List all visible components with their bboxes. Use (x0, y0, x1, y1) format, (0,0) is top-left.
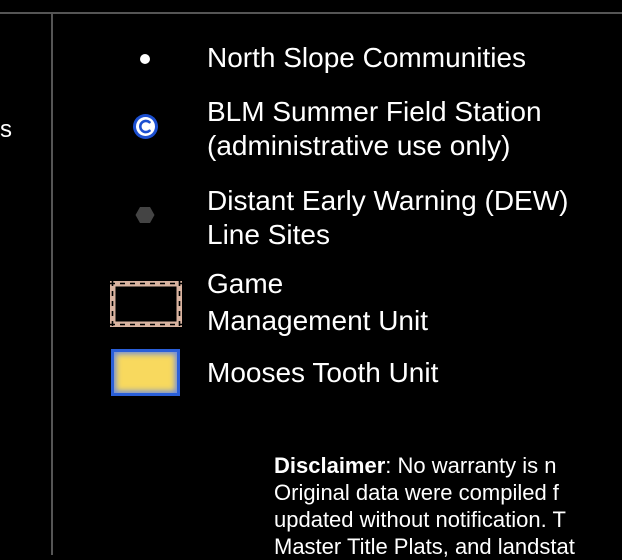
legend-label-communities: North Slope Communities (207, 42, 527, 73)
disclaimer-label: Disclaimer (274, 453, 386, 478)
map-frame-top-border (0, 12, 622, 14)
legend-label-gmu-2: Management Unit (207, 305, 429, 336)
field-station-icon (133, 114, 158, 139)
legend-label-gmu-1: Game (207, 268, 284, 299)
mooses-tooth-unit-swatch-icon (111, 349, 180, 396)
disclaimer-line-2: Original data were compiled f (274, 480, 559, 505)
game-management-unit-icon (109, 280, 183, 328)
disclaimer-line-1: Disclaimer: No warranty is n (274, 453, 557, 478)
map-frame-left-border (51, 14, 53, 555)
community-dot-icon (140, 54, 150, 64)
legend-label-dew-2: Line Sites (207, 219, 330, 250)
legend-label-field-station-2: (administrative use only) (207, 130, 511, 161)
legend-label-mooses-tooth: Mooses Tooth Unit (207, 357, 439, 388)
legend-label-field-station-1: BLM Summer Field Station (207, 96, 542, 127)
dew-site-hexagon-icon (135, 207, 155, 223)
disclaimer-line-4: Master Title Plats, and landstat (274, 534, 575, 559)
clipped-left-text: s (0, 116, 12, 143)
legend-label-dew-1: Distant Early Warning (DEW) (207, 185, 569, 216)
disclaimer-text: Disclaimer: No warranty is n Original da… (274, 452, 622, 560)
disclaimer-line-3: updated without notification. T (274, 507, 566, 532)
